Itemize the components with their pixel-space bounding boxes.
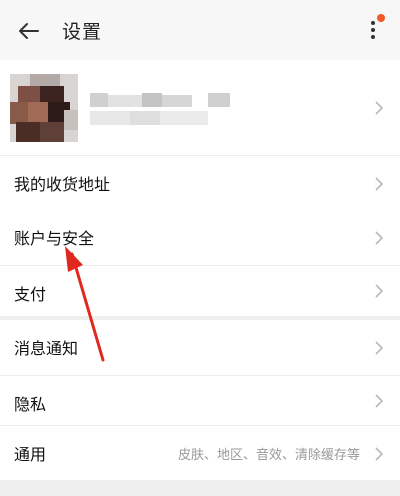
chevron-right-icon [375, 177, 384, 191]
address-label: 我的收货地址 [14, 175, 111, 194]
chevron-right-icon [375, 231, 384, 245]
avatar [10, 74, 78, 142]
back-arrow-icon[interactable] [16, 18, 42, 44]
redacted-username [90, 93, 230, 125]
account-security-label: 账户与安全 [14, 229, 95, 248]
section-general: 消息通知 隐私 通用 皮肤、地区、音效、清除缓存等 [0, 320, 400, 480]
payment-row[interactable]: 支付 [0, 266, 400, 316]
privacy-row[interactable]: 隐私 [0, 376, 400, 426]
chevron-right-icon [375, 341, 384, 355]
profile-row[interactable] [0, 60, 400, 156]
more-vert-icon[interactable] [364, 14, 386, 44]
account-security-row[interactable]: 账户与安全 [0, 210, 400, 266]
payment-label: 支付 [14, 285, 47, 304]
notifications-label: 消息通知 [14, 339, 79, 358]
chevron-right-icon [375, 284, 384, 298]
section-profile: 我的收货地址 [0, 60, 400, 210]
top-app-bar: 设置 [0, 0, 400, 60]
general-description: 皮肤、地区、音效、清除缓存等 [177, 448, 360, 463]
section-account: 账户与安全 支付 [0, 210, 400, 316]
chevron-right-icon [375, 447, 384, 461]
general-label: 通用 [14, 445, 47, 464]
privacy-label: 隐私 [14, 395, 47, 414]
page-title: 设置 [62, 21, 103, 43]
general-row[interactable]: 通用 皮肤、地区、音效、清除缓存等 [0, 426, 400, 480]
address-row[interactable]: 我的收货地址 [0, 156, 400, 210]
chevron-right-icon [375, 101, 384, 115]
notifications-row[interactable]: 消息通知 [0, 320, 400, 376]
chevron-right-icon [375, 394, 384, 408]
notification-badge-dot [377, 14, 385, 22]
